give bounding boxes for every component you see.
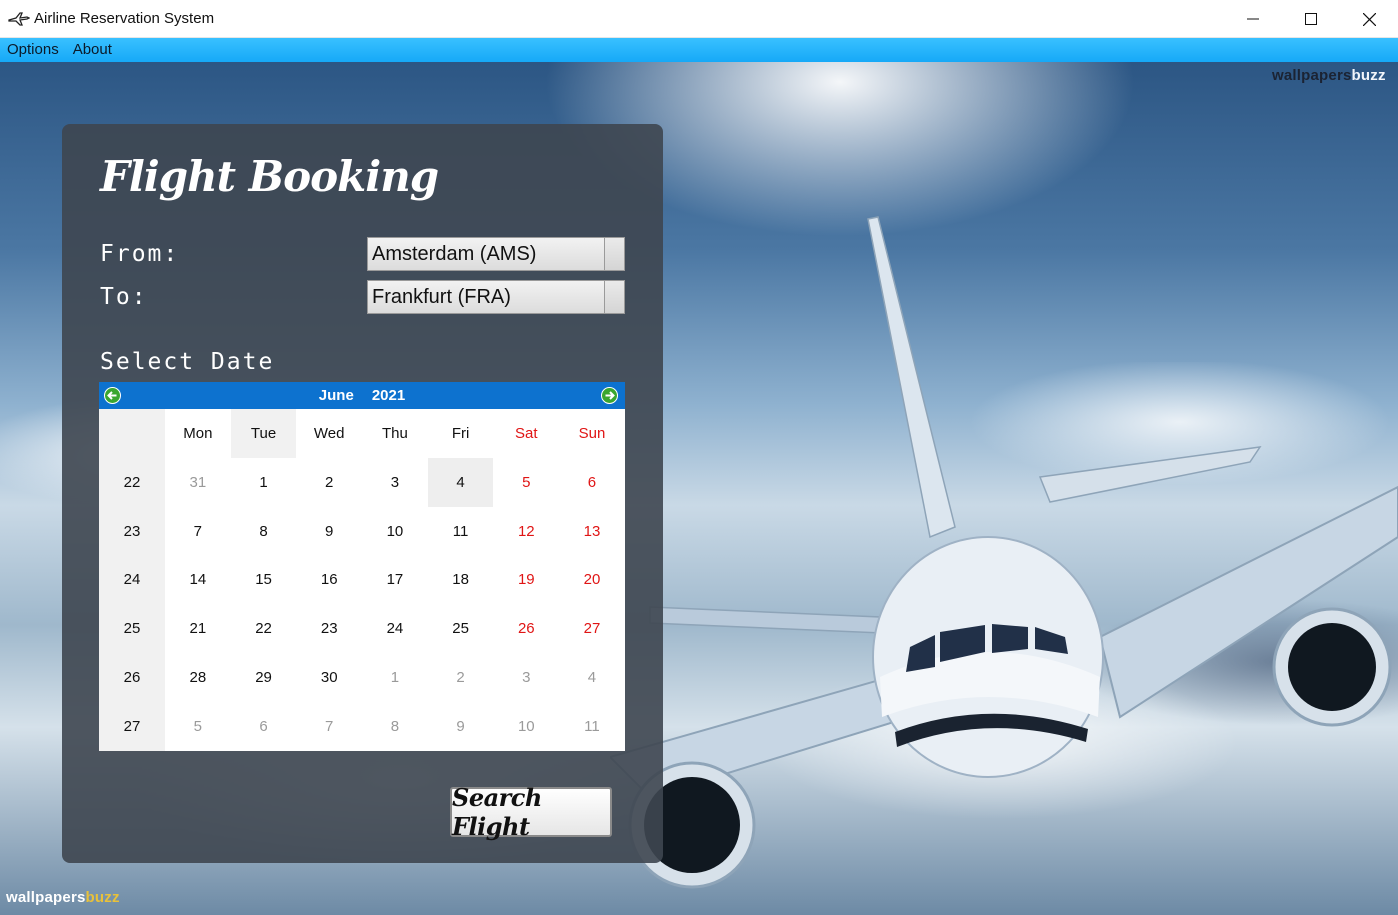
to-select[interactable]: Frankfurt (FRA) bbox=[367, 280, 625, 314]
calendar-day[interactable]: 4 bbox=[427, 458, 494, 507]
date-calendar: June 2021 Mon Tue Wed Thu Fri Sat Sun 22 31 1 2 3 4 5… bbox=[99, 382, 625, 751]
search-flight-button[interactable]: Search Flight bbox=[450, 783, 612, 841]
to-select-value: Frankfurt (FRA) bbox=[372, 285, 511, 308]
calendar-month[interactable]: June bbox=[319, 387, 354, 404]
window-controls bbox=[1224, 0, 1398, 38]
calendar-day[interactable]: 9 bbox=[428, 702, 494, 751]
calendar-day[interactable]: 3 bbox=[493, 653, 559, 702]
calendar-day[interactable]: 28 bbox=[165, 653, 231, 702]
day-name-sun: Sun bbox=[559, 409, 625, 458]
calendar-day[interactable]: 30 bbox=[296, 653, 362, 702]
calendar-day[interactable]: 16 bbox=[296, 556, 362, 605]
calendar-day[interactable]: 15 bbox=[231, 556, 297, 605]
menu-bar: Options About bbox=[0, 38, 1398, 62]
next-month-icon[interactable] bbox=[601, 387, 618, 404]
week-number: 22 bbox=[99, 458, 165, 507]
minimize-icon bbox=[1247, 18, 1259, 20]
calendar-day[interactable]: 1 bbox=[231, 458, 297, 507]
day-name-thu: Thu bbox=[362, 409, 428, 458]
calendar-day[interactable]: 31 bbox=[165, 458, 231, 507]
airplane-image bbox=[610, 216, 1398, 889]
calendar-day[interactable]: 22 bbox=[231, 604, 297, 653]
calendar-day[interactable]: 2 bbox=[428, 653, 494, 702]
calendar-day[interactable]: 24 bbox=[362, 604, 428, 653]
window-title: Airline Reservation System bbox=[34, 10, 215, 27]
calendar-day[interactable]: 21 bbox=[165, 604, 231, 653]
title-bar: Airline Reservation System bbox=[0, 0, 1398, 38]
calendar-day[interactable]: 5 bbox=[165, 702, 231, 751]
calendar-day[interactable]: 25 bbox=[428, 604, 494, 653]
calendar-year[interactable]: 2021 bbox=[372, 387, 405, 404]
day-name-tue: Tue bbox=[230, 409, 297, 458]
close-icon bbox=[1362, 12, 1376, 26]
maximize-icon bbox=[1305, 13, 1317, 25]
calendar-day[interactable]: 5 bbox=[493, 458, 559, 507]
to-label: To: bbox=[100, 284, 148, 310]
watermark-word2: buzz bbox=[85, 889, 120, 906]
calendar-day[interactable]: 14 bbox=[165, 556, 231, 605]
calendar-day[interactable]: 9 bbox=[296, 507, 362, 556]
calendar-day[interactable]: 29 bbox=[231, 653, 297, 702]
calendar-day[interactable]: 11 bbox=[428, 507, 494, 556]
minimize-button[interactable] bbox=[1224, 0, 1282, 38]
calendar-day[interactable]: 10 bbox=[493, 702, 559, 751]
calendar-day[interactable]: 8 bbox=[362, 702, 428, 751]
calendar-corner bbox=[99, 409, 165, 458]
calendar-day[interactable]: 3 bbox=[362, 458, 428, 507]
day-name-sat: Sat bbox=[493, 409, 560, 458]
day-name-mon: Mon bbox=[165, 409, 231, 458]
calendar-header: June 2021 bbox=[99, 382, 625, 409]
from-select-value: Amsterdam (AMS) bbox=[372, 242, 537, 265]
prev-month-icon[interactable] bbox=[104, 387, 121, 404]
calendar-grid: Mon Tue Wed Thu Fri Sat Sun 22 31 1 2 3 4 5 6 23 7 8 9 10 11… bbox=[99, 409, 625, 751]
watermark-bottom: wallpapersbuzz bbox=[6, 889, 120, 906]
watermark-word1: wallpapers bbox=[6, 889, 86, 906]
calendar-day[interactable]: 18 bbox=[428, 556, 494, 605]
calendar-day[interactable]: 7 bbox=[165, 507, 231, 556]
calendar-day[interactable]: 13 bbox=[559, 507, 625, 556]
calendar-day[interactable]: 11 bbox=[559, 702, 625, 751]
maximize-button[interactable] bbox=[1282, 0, 1340, 38]
airplane-icon bbox=[8, 11, 30, 26]
calendar-day[interactable]: 7 bbox=[296, 702, 362, 751]
week-number: 24 bbox=[99, 555, 165, 605]
calendar-day[interactable]: 6 bbox=[559, 458, 625, 507]
day-name-wed: Wed bbox=[296, 409, 363, 458]
menu-about[interactable]: About bbox=[66, 38, 119, 62]
calendar-day[interactable]: 12 bbox=[493, 507, 559, 556]
calendar-day[interactable]: 19 bbox=[493, 556, 559, 605]
watermark-word2: buzz bbox=[1351, 67, 1386, 84]
from-dropdown-button[interactable] bbox=[604, 238, 624, 270]
week-number: 25 bbox=[99, 604, 165, 654]
from-label: From: bbox=[100, 241, 180, 267]
calendar-day[interactable]: 17 bbox=[362, 556, 428, 605]
calendar-day[interactable]: 20 bbox=[559, 556, 625, 605]
calendar-day[interactable]: 26 bbox=[493, 604, 559, 653]
calendar-day[interactable]: 4 bbox=[559, 653, 625, 702]
watermark-top: wallpapersbuzz bbox=[1272, 67, 1386, 84]
week-number: 26 bbox=[99, 653, 165, 702]
week-number: 27 bbox=[99, 701, 165, 751]
calendar-day[interactable]: 2 bbox=[296, 458, 362, 507]
panel-title: Flight Booking bbox=[100, 152, 439, 201]
day-name-fri: Fri bbox=[427, 409, 494, 458]
calendar-day[interactable]: 23 bbox=[296, 604, 362, 653]
calendar-day[interactable]: 27 bbox=[559, 604, 625, 653]
calendar-day[interactable]: 10 bbox=[362, 507, 428, 556]
watermark-word1: wallpapers bbox=[1272, 67, 1352, 84]
from-select[interactable]: Amsterdam (AMS) bbox=[367, 237, 625, 271]
menu-options[interactable]: Options bbox=[0, 38, 66, 62]
calendar-day[interactable]: 6 bbox=[231, 702, 297, 751]
close-button[interactable] bbox=[1340, 0, 1398, 38]
to-dropdown-button[interactable] bbox=[604, 281, 624, 313]
select-date-label: Select Date bbox=[100, 349, 275, 375]
flight-booking-panel: Flight Booking From: To: Amsterdam (AMS)… bbox=[62, 124, 663, 863]
calendar-day[interactable]: 8 bbox=[231, 507, 297, 556]
week-number: 23 bbox=[99, 506, 165, 556]
calendar-day[interactable]: 1 bbox=[362, 653, 428, 702]
